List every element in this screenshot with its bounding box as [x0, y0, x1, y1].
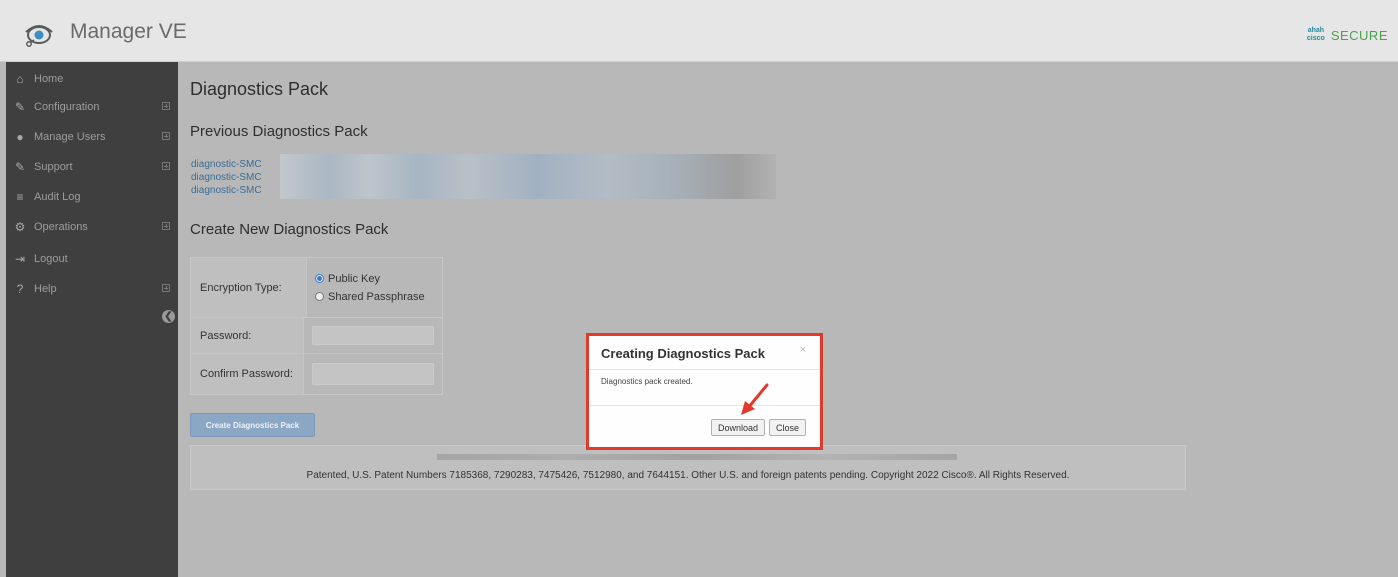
- create-diagnostics-pack-button[interactable]: Create Diagnostics Pack: [190, 413, 315, 437]
- footer-copyright: Patented, U.S. Patent Numbers 7185368, 7…: [306, 470, 1070, 481]
- cisco-wordmark: ahah cisco: [1306, 27, 1325, 42]
- close-button[interactable]: Close: [769, 419, 806, 436]
- wrench-icon: ✎: [14, 100, 26, 114]
- dialog-footer: Download Close: [589, 406, 820, 447]
- previous-pack-link[interactable]: diagnostic-SMC: [191, 171, 262, 184]
- dialog-header: Creating Diagnostics Pack ×: [589, 336, 820, 370]
- sidebar-item-label: Manage Users: [34, 131, 106, 143]
- create-pack-heading: Create New Diagnostics Pack: [190, 221, 389, 238]
- option-shared-passphrase-label: Shared Passphrase: [328, 290, 425, 303]
- sidebar-item-label: Home: [34, 73, 64, 85]
- dialog-message: Diagnostics pack created.: [589, 370, 820, 406]
- sidebar-item-support[interactable]: ✎ Support: [6, 153, 178, 181]
- password-row: Password:: [191, 318, 442, 354]
- sidebar-item-label: Help: [34, 283, 57, 295]
- sidebar: ⌂ Home ✎ Configuration ● Manage Users ✎ …: [6, 62, 178, 577]
- option-public-key-label: Public Key: [328, 272, 380, 285]
- previous-packs-heading: Previous Diagnostics Pack: [190, 123, 368, 140]
- encryption-options: Public Key Shared Passphrase: [307, 258, 442, 317]
- list-icon: ≡: [16, 190, 24, 204]
- logout-icon: ⇥: [14, 252, 26, 266]
- sidebar-item-home[interactable]: ⌂ Home: [6, 65, 178, 93]
- confirm-password-label: Confirm Password:: [191, 354, 304, 394]
- collapse-sidebar-icon[interactable]: ❮: [162, 310, 175, 323]
- top-header: Manager VE ahah cisco SECURE: [0, 0, 1398, 62]
- create-pack-form: Encryption Type: Public Key Shared Passp…: [190, 257, 443, 395]
- redacted-filenames: [280, 154, 776, 199]
- footer-redacted-text: [437, 454, 957, 460]
- footer: Patented, U.S. Patent Numbers 7185368, 7…: [190, 445, 1186, 490]
- password-cell: [304, 318, 442, 353]
- help-icon: ?: [16, 282, 24, 296]
- arrow-annotation-icon: [741, 383, 769, 415]
- radio-shared-passphrase[interactable]: [315, 292, 324, 301]
- sidebar-item-label: Audit Log: [34, 191, 81, 203]
- previous-pack-link[interactable]: diagnostic-SMC: [191, 158, 262, 171]
- confirm-password-field[interactable]: [312, 363, 434, 385]
- gears-icon: ⚙: [14, 220, 26, 234]
- user-icon: ●: [16, 130, 24, 144]
- sidebar-item-audit-log[interactable]: ≡ Audit Log: [6, 183, 178, 211]
- sidebar-item-label: Logout: [34, 253, 68, 265]
- dialog-title: Creating Diagnostics Pack: [601, 346, 765, 361]
- encryption-row: Encryption Type: Public Key Shared Passp…: [191, 258, 442, 318]
- app-title: Manager VE: [70, 20, 187, 43]
- home-icon: ⌂: [16, 72, 24, 86]
- page-title: Diagnostics Pack: [190, 79, 329, 99]
- sidebar-item-label: Configuration: [34, 101, 100, 113]
- sidebar-item-label: Support: [34, 161, 73, 173]
- password-label: Password:: [191, 318, 304, 353]
- download-button[interactable]: Download: [711, 419, 765, 436]
- previous-packs-list: diagnostic-SMC diagnostic-SMC diagnostic…: [191, 158, 262, 197]
- option-public-key[interactable]: Public Key: [315, 270, 434, 288]
- sidebar-item-label: Operations: [34, 221, 88, 233]
- confirm-password-row: Confirm Password:: [191, 354, 442, 394]
- cisco-secure-logo: ahah cisco SECURE: [1307, 27, 1388, 43]
- confirm-password-cell: [304, 354, 442, 394]
- sidebar-item-manage-users[interactable]: ● Manage Users: [6, 123, 178, 151]
- manager-logo-icon: [25, 25, 53, 47]
- expand-icon[interactable]: [162, 284, 170, 292]
- password-field[interactable]: [312, 326, 434, 345]
- expand-icon[interactable]: [162, 222, 170, 230]
- sidebar-item-operations[interactable]: ⚙ Operations: [6, 213, 178, 241]
- wrench-icon: ✎: [14, 160, 26, 174]
- sidebar-item-configuration[interactable]: ✎ Configuration: [6, 93, 178, 121]
- expand-icon[interactable]: [162, 162, 170, 170]
- sidebar-item-logout[interactable]: ⇥ Logout: [6, 245, 178, 273]
- creating-pack-dialog: Creating Diagnostics Pack × Diagnostics …: [586, 333, 823, 450]
- option-shared-passphrase[interactable]: Shared Passphrase: [315, 288, 434, 306]
- encryption-type-label: Encryption Type:: [191, 258, 307, 317]
- expand-icon[interactable]: [162, 132, 170, 140]
- sidebar-item-help[interactable]: ? Help: [6, 275, 178, 303]
- secure-wordmark: SECURE: [1330, 27, 1388, 43]
- close-icon[interactable]: ×: [800, 344, 806, 356]
- expand-icon[interactable]: [162, 102, 170, 110]
- radio-public-key[interactable]: [315, 274, 324, 283]
- previous-pack-link[interactable]: diagnostic-SMC: [191, 184, 262, 197]
- main-content: Diagnostics Pack Previous Diagnostics Pa…: [178, 62, 1398, 577]
